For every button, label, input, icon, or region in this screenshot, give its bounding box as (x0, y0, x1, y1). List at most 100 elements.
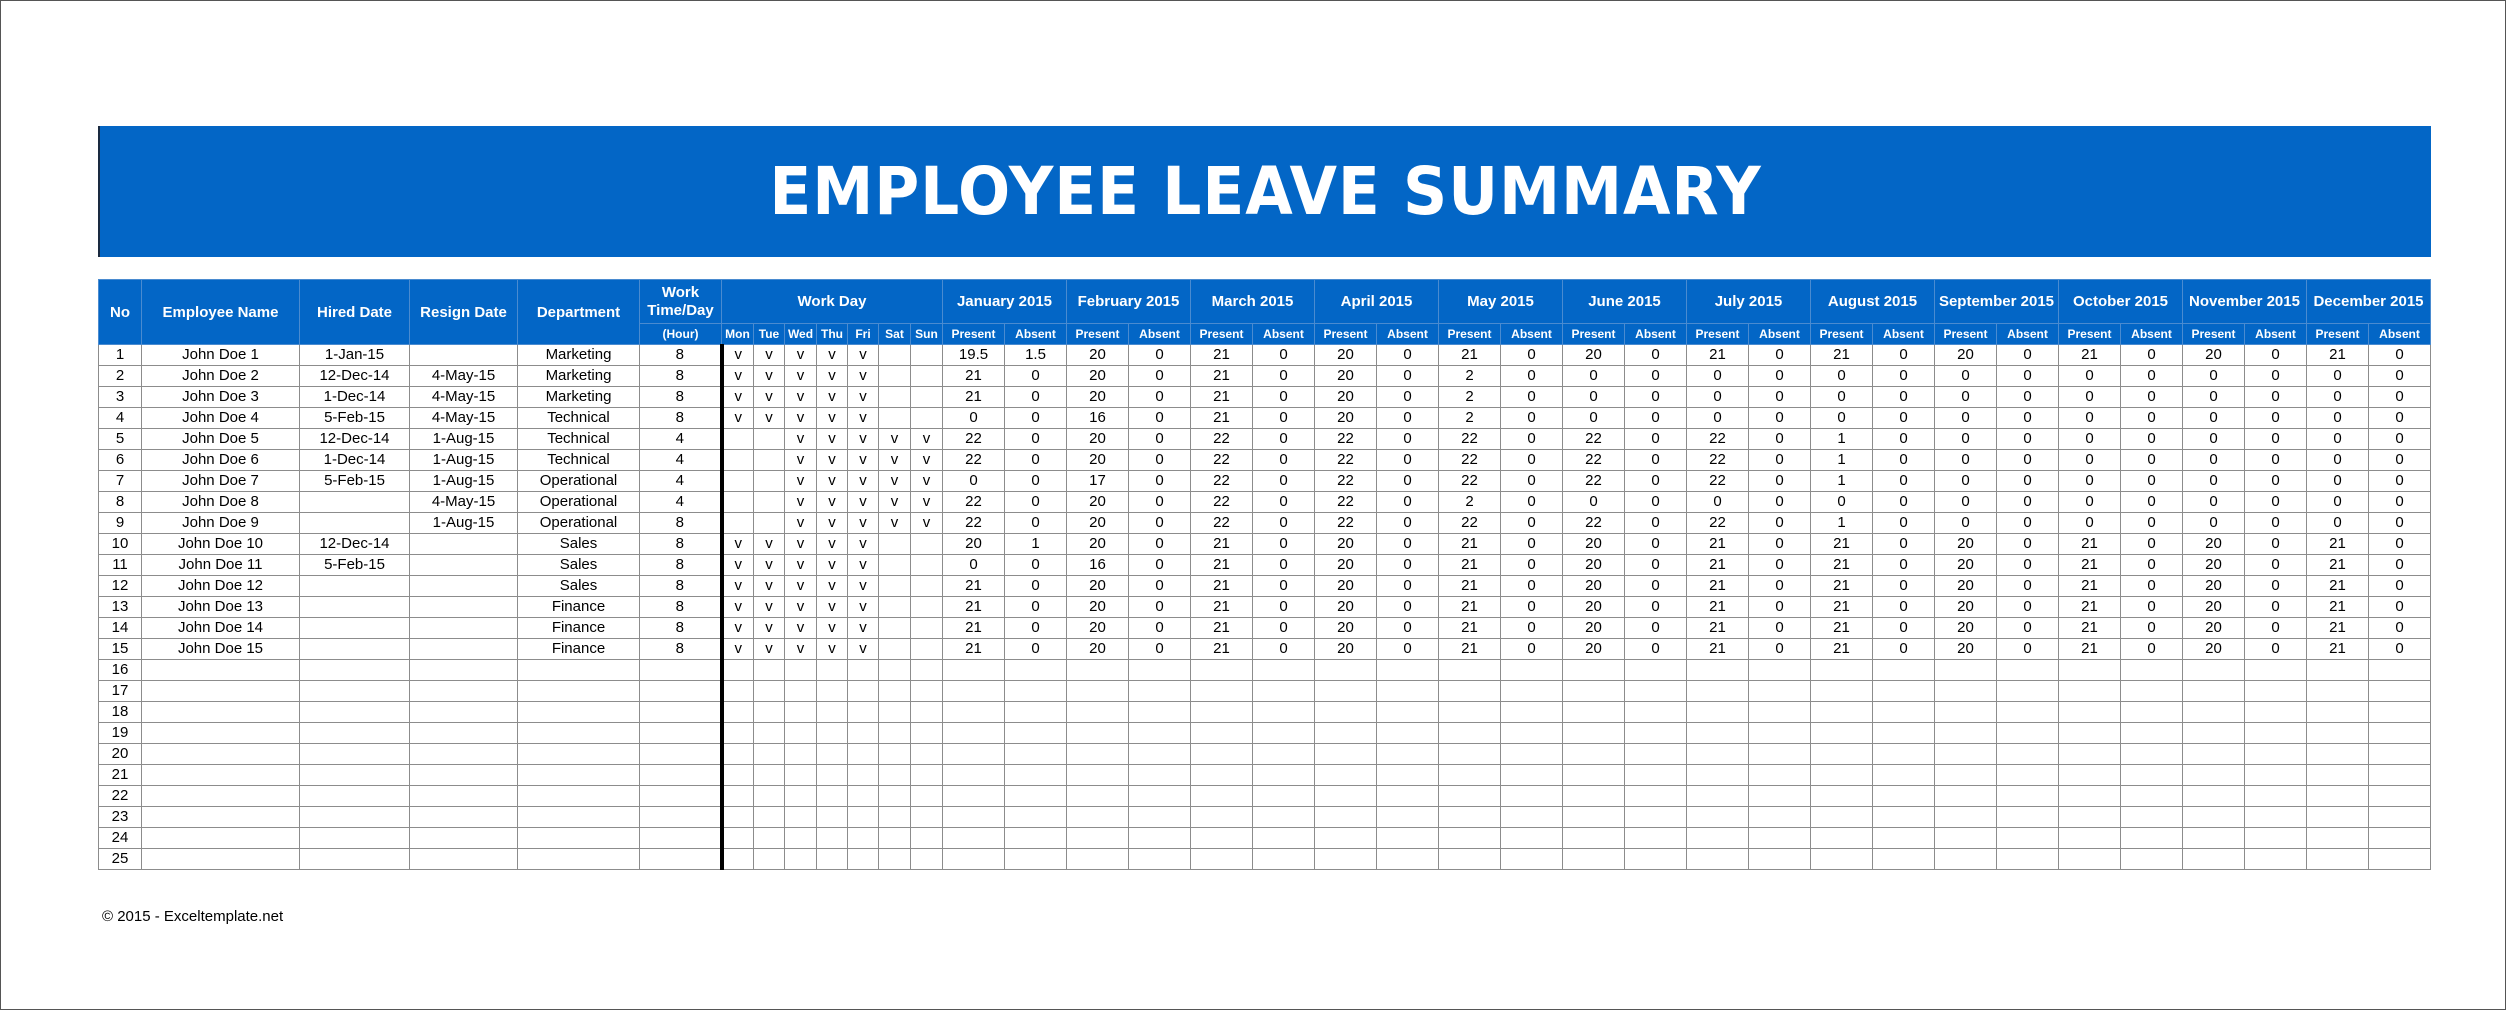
cell-present[interactable]: 20 (1314, 407, 1377, 429)
cell-absent[interactable]: 0 (1252, 491, 1315, 513)
cell-present[interactable]: 0 (2058, 512, 2121, 534)
cell-empty[interactable] (942, 680, 1005, 702)
cell-day-sun[interactable] (910, 554, 943, 576)
cell-hired-date[interactable] (299, 512, 410, 534)
cell-day-sat[interactable]: v (878, 428, 911, 450)
cell-absent[interactable]: 0 (1996, 533, 2059, 555)
cell-empty[interactable] (1314, 785, 1377, 807)
cell-absent[interactable]: 0 (1500, 470, 1563, 492)
cell-empty[interactable] (1562, 680, 1625, 702)
cell-present[interactable]: 0 (1810, 491, 1873, 513)
cell-empty[interactable] (1624, 764, 1687, 786)
cell-absent[interactable]: 0 (1748, 638, 1811, 660)
cell-empty[interactable] (2368, 848, 2431, 870)
cell-empty[interactable] (1066, 764, 1129, 786)
cell-empty[interactable] (639, 827, 722, 849)
cell-absent[interactable]: 0 (1748, 365, 1811, 387)
cell-day-tue[interactable]: v (753, 533, 785, 555)
cell-empty[interactable] (517, 827, 640, 849)
cell-present[interactable]: 22 (942, 491, 1005, 513)
cell-present[interactable]: 21 (1686, 344, 1749, 366)
cell-empty[interactable] (784, 806, 817, 828)
cell-day-mon[interactable]: v (719, 533, 754, 555)
cell-day-thu[interactable]: v (816, 470, 848, 492)
cell-absent[interactable]: 0 (2244, 512, 2307, 534)
cell-present[interactable]: 20 (2182, 596, 2245, 618)
cell-present[interactable]: 0 (1686, 491, 1749, 513)
cell-absent[interactable]: 0 (1004, 407, 1067, 429)
cell-absent[interactable]: 0 (1376, 428, 1439, 450)
cell-present[interactable]: 21 (942, 386, 1005, 408)
cell-empty[interactable] (2058, 659, 2121, 681)
cell-empty[interactable] (299, 659, 410, 681)
cell-empty[interactable] (1934, 680, 1997, 702)
cell-present[interactable]: 22 (1562, 512, 1625, 534)
cell-present[interactable]: 21 (1190, 386, 1253, 408)
cell-absent[interactable]: 0 (1872, 491, 1935, 513)
cell-present[interactable]: 20 (1066, 365, 1129, 387)
cell-absent[interactable]: 0 (1996, 470, 2059, 492)
cell-present[interactable]: 0 (1810, 386, 1873, 408)
cell-empty[interactable] (1872, 764, 1935, 786)
cell-empty[interactable] (1686, 764, 1749, 786)
cell-empty[interactable] (1190, 743, 1253, 765)
cell-present[interactable]: 20 (1314, 554, 1377, 576)
cell-department[interactable]: Technical (517, 428, 640, 450)
cell-absent[interactable]: 0 (2120, 617, 2183, 639)
cell-absent[interactable]: 0 (1996, 491, 2059, 513)
cell-empty[interactable] (1686, 806, 1749, 828)
cell-empty[interactable] (1934, 806, 1997, 828)
cell-empty[interactable] (2306, 722, 2369, 744)
cell-present[interactable]: 22 (1438, 512, 1501, 534)
cell-present[interactable]: 0 (2058, 365, 2121, 387)
cell-absent[interactable]: 0 (1748, 533, 1811, 555)
cell-empty[interactable] (1500, 785, 1563, 807)
cell-no[interactable]: 18 (98, 701, 142, 723)
cell-empty[interactable] (847, 806, 879, 828)
cell-absent[interactable]: 0 (1500, 617, 1563, 639)
cell-no[interactable]: 6 (98, 449, 142, 471)
cell-hired-date[interactable]: 1-Jan-15 (299, 344, 410, 366)
cell-present[interactable]: 0 (2182, 470, 2245, 492)
cell-empty[interactable] (2244, 806, 2307, 828)
cell-empty[interactable] (141, 827, 300, 849)
cell-employee-name[interactable]: John Doe 13 (141, 596, 300, 618)
cell-absent[interactable]: 0 (2120, 449, 2183, 471)
cell-present[interactable]: 2 (1438, 407, 1501, 429)
cell-empty[interactable] (1810, 806, 1873, 828)
cell-absent[interactable]: 0 (1252, 512, 1315, 534)
cell-hired-date[interactable] (299, 596, 410, 618)
cell-empty[interactable] (1252, 659, 1315, 681)
cell-empty[interactable] (1252, 743, 1315, 765)
cell-empty[interactable] (639, 680, 722, 702)
cell-present[interactable]: 22 (1190, 470, 1253, 492)
cell-work-hours[interactable]: 8 (639, 365, 722, 387)
cell-present[interactable]: 2 (1438, 365, 1501, 387)
cell-present[interactable]: 0 (942, 470, 1005, 492)
cell-empty[interactable] (1190, 764, 1253, 786)
cell-present[interactable]: 22 (942, 512, 1005, 534)
cell-empty[interactable] (719, 659, 754, 681)
cell-empty[interactable] (1314, 827, 1377, 849)
cell-empty[interactable] (1438, 806, 1501, 828)
cell-empty[interactable] (517, 764, 640, 786)
cell-empty[interactable] (1066, 701, 1129, 723)
cell-present[interactable]: 22 (1190, 428, 1253, 450)
cell-empty[interactable] (1934, 785, 1997, 807)
cell-present[interactable]: 21 (1686, 575, 1749, 597)
cell-empty[interactable] (1872, 785, 1935, 807)
cell-empty[interactable] (784, 827, 817, 849)
cell-empty[interactable] (299, 743, 410, 765)
cell-day-mon[interactable] (719, 428, 754, 450)
cell-present[interactable]: 20 (1066, 386, 1129, 408)
cell-employee-name[interactable]: John Doe 4 (141, 407, 300, 429)
cell-empty[interactable] (1066, 743, 1129, 765)
cell-empty[interactable] (2182, 785, 2245, 807)
cell-empty[interactable] (910, 764, 943, 786)
cell-day-sat[interactable] (878, 533, 911, 555)
cell-absent[interactable]: 0 (1872, 617, 1935, 639)
cell-empty[interactable] (2244, 785, 2307, 807)
cell-resign-date[interactable] (409, 617, 518, 639)
cell-employee-name[interactable]: John Doe 14 (141, 617, 300, 639)
cell-no[interactable]: 24 (98, 827, 142, 849)
